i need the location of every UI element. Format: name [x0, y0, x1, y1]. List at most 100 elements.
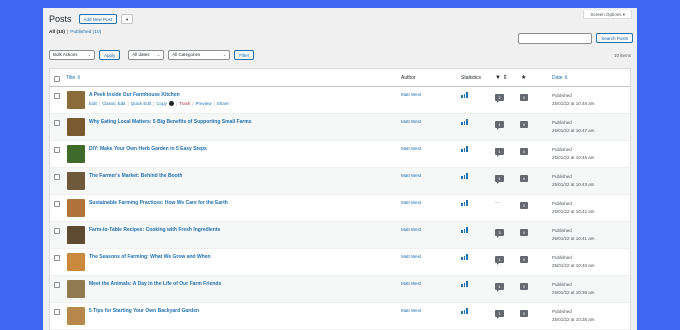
post-status: Published [552, 282, 572, 287]
row-checkbox[interactable] [54, 174, 60, 180]
post-author-link[interactable]: Matt West [401, 200, 421, 205]
row-checkbox[interactable] [54, 147, 60, 153]
post-title-link[interactable]: Why Eating Local Matters: 5 Big Benefits… [89, 119, 252, 125]
row-checkbox[interactable] [54, 309, 60, 315]
post-date: Published 25/01/22 at 10:40 am [552, 254, 595, 270]
comment-count-bubble-icon[interactable]: 1 [495, 256, 504, 265]
comment-count-bubble-icon[interactable]: 2 [495, 94, 504, 103]
post-status: Published [552, 228, 572, 233]
quick-edit-link[interactable]: Quick Edit [131, 101, 152, 106]
bar-chart-icon[interactable] [461, 146, 469, 152]
star-icon: ★ [521, 75, 527, 81]
table-row: A Peek Inside Our Farmhouse Kitchen Edit… [50, 87, 630, 114]
classic-edit-link[interactable]: Classic Edit [102, 101, 126, 106]
comment-count-bubble-icon[interactable]: 1 [495, 148, 504, 157]
add-new-dropdown-button[interactable]: ▾ [121, 14, 134, 24]
post-title-link[interactable]: 5 Tips for Starting Your Own Backyard Ga… [89, 308, 199, 314]
row-checkbox[interactable] [54, 255, 60, 261]
trash-link[interactable]: Trash [179, 101, 190, 106]
post-author-link[interactable]: Matt West [401, 173, 421, 178]
star-count-badge: 0 [520, 94, 528, 101]
post-author-link[interactable]: Matt West [401, 119, 421, 124]
chevron-down-icon: ⌄ [222, 52, 227, 57]
add-new-post-button[interactable]: Add New Post [78, 14, 118, 24]
bar-chart-icon[interactable] [461, 308, 469, 314]
preview-link[interactable]: Preview [196, 101, 212, 106]
post-author-link[interactable]: Matt West [401, 308, 421, 313]
row-checkbox[interactable] [54, 201, 60, 207]
share-link[interactable]: Share [217, 101, 229, 106]
bar-chart-icon[interactable] [461, 227, 469, 233]
filter-button[interactable]: Filter [234, 50, 255, 60]
view-published-link[interactable]: Published (10) [70, 30, 101, 35]
statistics-column-header: Statistics [461, 75, 482, 81]
comment-count-bubble-icon[interactable]: 1 [495, 310, 504, 319]
screen-options-button[interactable]: Screen Options ▾ [583, 10, 632, 19]
post-author-link[interactable]: Matt West [401, 146, 421, 151]
edit-link[interactable]: Edit [89, 101, 97, 106]
separator: | [127, 101, 129, 106]
post-title-link[interactable]: The Seasons of Farming: What We Grow and… [89, 254, 211, 260]
bar-chart-icon[interactable] [461, 281, 469, 287]
post-author-link[interactable]: Matt West [401, 281, 421, 286]
apply-button[interactable]: Apply [99, 50, 121, 60]
post-status: Published [552, 255, 572, 260]
comments-column-icon[interactable]: ▼ ⇕ [495, 74, 508, 81]
post-title-link[interactable]: A Peek Inside Our Farmhouse Kitchen [89, 92, 180, 98]
row-checkbox[interactable] [54, 93, 60, 99]
post-title-link[interactable]: DIY: Make Your Own Herb Garden in 5 Easy… [89, 146, 207, 152]
copy-link[interactable]: Copy [156, 101, 167, 106]
post-thumbnail [67, 253, 85, 271]
comment-count-bubble-icon[interactable]: 1 [495, 121, 504, 130]
post-author-link[interactable]: Matt West [401, 92, 421, 97]
post-datetime: 25/01/22 at 10:45 am [552, 155, 595, 160]
post-title-link[interactable]: The Farmer's Market: Behind the Booth [89, 173, 182, 179]
star-count-badge: 0 [520, 148, 528, 155]
post-author-link[interactable]: Matt West [401, 227, 421, 232]
post-status: Published [552, 201, 572, 206]
post-thumbnail [67, 280, 85, 298]
copy-icon [168, 101, 174, 106]
row-checkbox[interactable] [54, 120, 60, 126]
bar-chart-icon[interactable] [461, 119, 469, 125]
date-column-header[interactable]: Date ⇕ [552, 75, 568, 81]
comment-count-bubble-icon[interactable]: 1 [495, 175, 504, 184]
tablenav-filters: Bulk Actions ⌄ Apply All dates ⌄ All Categ… [49, 50, 255, 60]
post-thumbnail [67, 91, 85, 109]
comment-count-bubble-icon[interactable]: 1 [495, 283, 504, 292]
bulk-actions-select[interactable]: Bulk Actions ⌄ [49, 50, 95, 60]
view-all-count: (10) [56, 30, 66, 35]
post-thumbnail [67, 226, 85, 244]
post-datetime: 25/01/22 at 10:41 am [552, 236, 595, 241]
post-thumbnail [67, 145, 85, 163]
star-count-badge: 0 [520, 121, 528, 128]
bar-chart-icon[interactable] [461, 254, 469, 260]
post-author-link[interactable]: Matt West [401, 254, 421, 259]
post-title-link[interactable]: Meet the Animals: A Day in the Life of O… [89, 281, 221, 287]
post-title-link[interactable]: Sustainable Farming Practices: How We Ca… [89, 200, 228, 206]
bar-chart-icon[interactable] [461, 173, 469, 179]
dates-select[interactable]: All dates ⌄ [128, 50, 165, 60]
title-column-header[interactable]: Title ⇕ [66, 75, 81, 81]
post-datetime: 25/01/22 at 10:43 am [552, 182, 595, 187]
select-all-checkbox[interactable] [54, 76, 60, 82]
post-datetime: 25/01/22 at 10:42 am [552, 209, 595, 214]
view-all-link[interactable]: All (10) [49, 30, 65, 35]
comment-count-bubble-icon[interactable]: 3 [495, 229, 504, 238]
table-row: The Farmer's Market: Behind the Booth Ma… [50, 168, 630, 195]
post-date: Published 25/01/22 at 10:42 am [552, 200, 595, 216]
search-input[interactable] [518, 33, 593, 44]
post-thumbnail [67, 118, 85, 136]
post-date: Published 25/01/22 at 10:39 am [552, 281, 595, 297]
page-title: Posts [49, 14, 72, 24]
row-checkbox[interactable] [54, 282, 60, 288]
bar-chart-icon[interactable] [461, 92, 469, 98]
bar-chart-icon[interactable] [461, 200, 469, 206]
separator: | [98, 101, 100, 106]
post-title-link[interactable]: Farm-to-Table Recipes: Cooking with Fres… [89, 227, 220, 233]
post-date: Published 25/01/22 at 10:47 am [552, 119, 595, 135]
categories-select[interactable]: All Categories ⌄ [168, 50, 231, 60]
search-posts-button[interactable]: Search Posts [596, 33, 633, 43]
posts-table: Title ⇕ Author Statistics ▼ ⇕ ★ Date ⇕ A… [49, 68, 631, 330]
row-checkbox[interactable] [54, 228, 60, 234]
